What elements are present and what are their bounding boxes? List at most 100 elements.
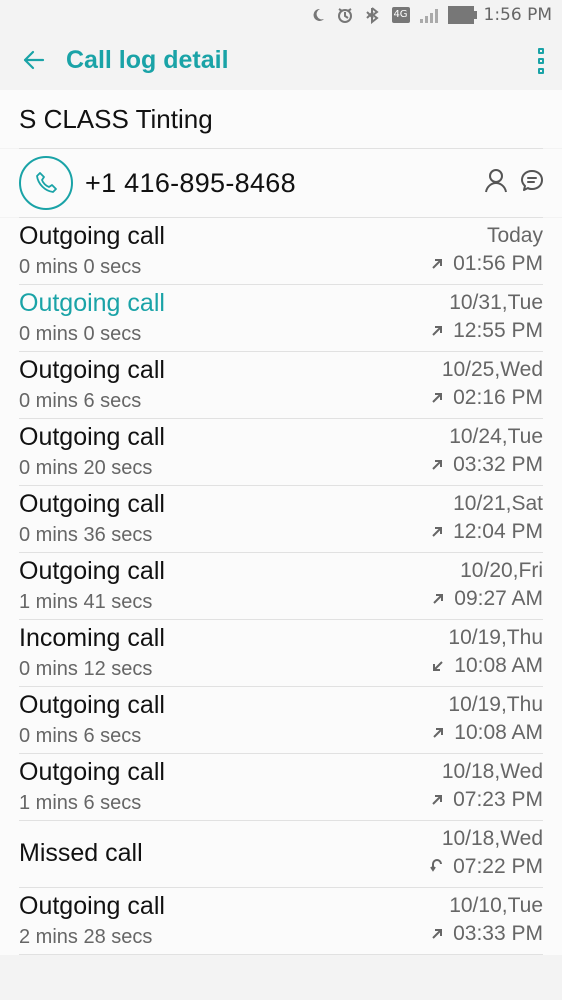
call-date: 10/19,Thu xyxy=(448,693,543,716)
moon-icon xyxy=(310,7,326,23)
call-log-row[interactable]: Outgoing call 1 mins 41 secs 10/20,Fri 0… xyxy=(19,553,543,620)
call-type: Outgoing call xyxy=(19,356,165,384)
call-date: 10/21,Sat xyxy=(453,492,543,515)
call-type: Outgoing call xyxy=(19,490,165,518)
call-log-row[interactable]: Incoming call 0 mins 12 secs 10/19,Thu 1… xyxy=(19,620,543,687)
call-time-wrap: 10:08 AM xyxy=(430,654,543,678)
back-button[interactable] xyxy=(0,30,66,90)
app-bar: Call log detail xyxy=(0,30,562,90)
call-time: 07:23 PM xyxy=(453,788,543,811)
bluetooth-icon xyxy=(364,6,382,24)
call-log-row[interactable]: Outgoing call 0 mins 6 secs 10/25,Wed 02… xyxy=(19,352,543,419)
call-date: 10/18,Wed xyxy=(441,760,543,783)
call-button[interactable] xyxy=(19,156,73,210)
call-date: 10/19,Thu xyxy=(448,626,543,649)
alarm-icon xyxy=(336,6,354,24)
call-time: 01:56 PM xyxy=(453,252,543,275)
phone-number[interactable]: +1 416-895-8468 xyxy=(85,168,296,199)
outgoing-arrow-icon xyxy=(432,326,443,336)
contact-button[interactable] xyxy=(482,167,510,199)
page-title: Call log detail xyxy=(66,45,229,74)
outgoing-arrow-icon xyxy=(432,527,443,537)
status-icons: 4G 1:56 PM xyxy=(310,4,553,26)
call-time-wrap: 01:56 PM xyxy=(429,252,543,276)
message-icon xyxy=(521,170,543,191)
signal-icon xyxy=(419,7,438,23)
call-duration: 1 mins 41 secs xyxy=(19,591,153,613)
outgoing-arrow-icon xyxy=(433,728,444,738)
call-duration: 2 mins 28 secs xyxy=(19,926,153,948)
call-time: 03:32 PM xyxy=(453,453,543,476)
message-button[interactable] xyxy=(518,167,546,199)
call-time-wrap: 03:33 PM xyxy=(429,922,543,946)
call-time-wrap: 03:32 PM xyxy=(429,453,543,477)
call-time-wrap: 12:55 PM xyxy=(429,319,543,343)
call-date: 10/31,Tue xyxy=(449,291,543,314)
menu-dot-icon xyxy=(538,58,544,64)
phone-icon xyxy=(36,172,57,193)
call-type: Incoming call xyxy=(19,624,165,652)
call-time-wrap: 09:27 AM xyxy=(430,587,543,611)
call-type: Outgoing call xyxy=(19,691,165,719)
more-menu-button[interactable] xyxy=(534,48,548,74)
call-duration: 0 mins 6 secs xyxy=(19,390,142,412)
call-time: 09:27 AM xyxy=(454,587,543,610)
menu-dot-icon xyxy=(538,68,544,74)
menu-dot-icon xyxy=(538,48,544,54)
outgoing-arrow-icon xyxy=(433,594,444,604)
person-icon xyxy=(485,169,507,193)
call-type: Outgoing call xyxy=(19,758,165,786)
call-type: Missed call xyxy=(19,839,143,867)
call-duration: 0 mins 0 secs xyxy=(19,256,142,278)
call-duration: 0 mins 0 secs xyxy=(19,323,142,345)
call-time: 02:16 PM xyxy=(453,386,543,409)
call-time: 07:22 PM xyxy=(453,855,543,878)
lte-badge: 4G xyxy=(391,7,410,23)
outgoing-arrow-icon xyxy=(432,795,443,805)
call-duration: 0 mins 12 secs xyxy=(19,658,153,680)
call-log-row[interactable]: Outgoing call 0 mins 0 secs 10/31,Tue 12… xyxy=(19,285,543,352)
call-date: 10/25,Wed xyxy=(441,358,543,381)
call-type: Outgoing call xyxy=(19,222,165,250)
call-log-row[interactable]: Outgoing call 0 mins 0 secs Today 01:56 … xyxy=(19,218,543,285)
call-time-wrap: 07:23 PM xyxy=(429,788,543,812)
call-date: 10/10,Tue xyxy=(449,894,543,917)
call-time-wrap: 02:16 PM xyxy=(429,386,543,410)
call-date: Today xyxy=(486,224,543,247)
call-time-wrap: 10:08 AM xyxy=(430,721,543,745)
call-type: Outgoing call xyxy=(19,892,165,920)
call-time: 03:33 PM xyxy=(453,922,543,945)
outgoing-arrow-icon xyxy=(432,393,443,403)
call-time-wrap: 07:22 PM xyxy=(429,855,543,879)
call-log-row[interactable]: Outgoing call 1 mins 6 secs 10/18,Wed 07… xyxy=(19,754,543,821)
call-log-row[interactable]: Missed call 10/18,Wed 07:22 PM xyxy=(19,821,543,888)
call-date: 10/18,Wed xyxy=(441,827,543,850)
contact-name: S CLASS Tinting xyxy=(0,90,562,148)
call-duration: 0 mins 20 secs xyxy=(19,457,153,479)
call-time-wrap: 12:04 PM xyxy=(429,520,543,544)
call-log-row[interactable]: Outgoing call 0 mins 36 secs 10/21,Sat 1… xyxy=(19,486,543,553)
back-arrow-icon xyxy=(23,50,45,70)
call-time: 12:04 PM xyxy=(453,520,543,543)
call-log-list: Outgoing call 0 mins 0 secs Today 01:56 … xyxy=(0,218,562,955)
call-log-row[interactable]: Outgoing call 0 mins 6 secs 10/19,Thu 10… xyxy=(19,687,543,754)
call-log-row[interactable]: Outgoing call 0 mins 20 secs 10/24,Tue 0… xyxy=(19,419,543,486)
outgoing-arrow-icon xyxy=(432,259,443,269)
call-time: 12:55 PM xyxy=(453,319,543,342)
call-time: 10:08 AM xyxy=(454,721,543,744)
call-date: 10/20,Fri xyxy=(460,559,543,582)
missed-call-icon xyxy=(430,859,443,872)
incoming-arrow-icon xyxy=(433,661,443,671)
call-log-row[interactable]: Outgoing call 2 mins 28 secs 10/10,Tue 0… xyxy=(19,888,543,955)
phone-row: +1 416-895-8468 xyxy=(0,149,562,217)
call-type: Outgoing call xyxy=(19,423,165,451)
status-time: 1:56 PM xyxy=(483,5,553,25)
call-duration: 1 mins 6 secs xyxy=(19,792,142,814)
call-type: Outgoing call xyxy=(19,557,165,585)
outgoing-arrow-icon xyxy=(432,460,443,470)
call-duration: 0 mins 36 secs xyxy=(19,524,153,546)
call-time: 10:08 AM xyxy=(454,654,543,677)
outgoing-arrow-icon xyxy=(432,929,443,939)
call-duration: 0 mins 6 secs xyxy=(19,725,142,747)
status-bar: 4G 1:56 PM xyxy=(0,0,562,30)
